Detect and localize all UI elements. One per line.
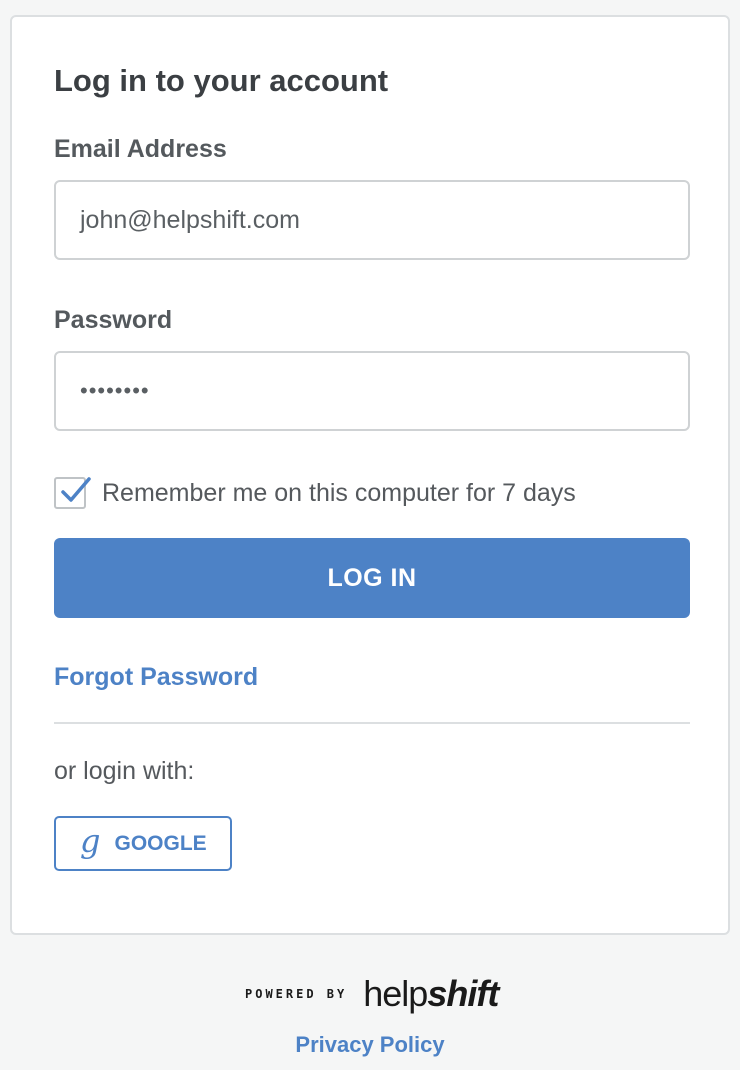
google-button-label: GOOGLE [114,831,207,855]
checkmark-icon [61,477,91,502]
privacy-policy-label[interactable]: Privacy Policy [295,1032,444,1057]
logo-text-shift: shift [427,973,499,1014]
login-button[interactable]: LOG IN [54,538,690,618]
remember-me-label: Remember me on this computer for 7 days [102,478,576,507]
page-title: Log in to your account [54,63,389,98]
helpshift-logo: helpshift [363,973,499,1015]
email-label: Email Address [54,135,227,163]
remember-me-row[interactable]: Remember me on this computer for 7 days [54,477,576,509]
google-login-button[interactable]: g GOOGLE [54,816,232,871]
password-field[interactable]: •••••••• [54,351,690,431]
powered-by-badge: POWERED BY helpshift [245,973,499,1015]
logo-text-help: help [363,973,428,1014]
remember-me-checkbox[interactable] [54,477,91,509]
email-field[interactable]: john@helpshift.com [54,180,690,260]
forgot-password-link[interactable]: Forgot Password [54,663,258,692]
or-login-with-text: or login with: [54,757,195,785]
powered-by-text: POWERED BY [245,987,348,1001]
divider [54,722,690,724]
google-icon: g [80,821,101,860]
privacy-policy-link[interactable]: Privacy Policy [0,1032,740,1058]
password-label: Password [54,306,173,334]
login-card: Log in to your account Email Address joh… [10,15,730,935]
